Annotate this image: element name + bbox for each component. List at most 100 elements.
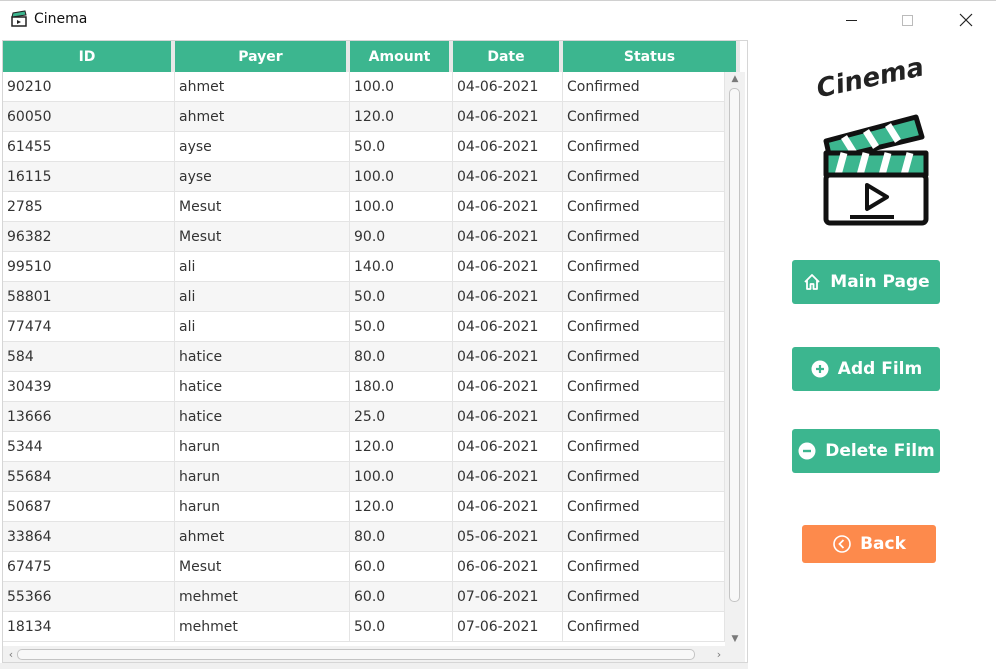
table-row[interactable]: 50687 harun 120.0 04-06-2021 Confirmed	[3, 492, 725, 522]
table-row[interactable]: 584 hatice 80.0 04-06-2021 Confirmed	[3, 342, 725, 372]
cell-id: 61455	[3, 132, 175, 162]
cell-payer: harun	[175, 492, 350, 522]
cell-amount: 120.0	[350, 492, 453, 522]
cell-status: Confirmed	[563, 222, 725, 252]
cell-status: Confirmed	[563, 582, 725, 612]
table-row[interactable]: 2785 Mesut 100.0 04-06-2021 Confirmed	[3, 192, 725, 222]
cell-id: 33864	[3, 522, 175, 552]
scroll-right-icon[interactable]: ›	[711, 646, 727, 662]
cell-date: 07-06-2021	[453, 582, 563, 612]
vertical-scroll-thumb[interactable]	[729, 88, 740, 602]
cell-date: 04-06-2021	[453, 402, 563, 432]
cell-payer: Mesut	[175, 222, 350, 252]
window-bottom-edge	[0, 663, 748, 669]
back-label: Back	[860, 534, 906, 554]
cell-date: 07-06-2021	[453, 612, 563, 642]
cell-status: Confirmed	[563, 132, 725, 162]
table-row[interactable]: 30439 hatice 180.0 04-06-2021 Confirmed	[3, 372, 725, 402]
cell-amount: 100.0	[350, 462, 453, 492]
cell-amount: 80.0	[350, 522, 453, 552]
cell-amount: 180.0	[350, 372, 453, 402]
cell-payer: ahmet	[175, 522, 350, 552]
cell-date: 06-06-2021	[453, 552, 563, 582]
scroll-down-icon[interactable]: ▼	[725, 632, 745, 646]
cell-id: 58801	[3, 282, 175, 312]
back-button[interactable]: Back	[802, 525, 936, 563]
table-row[interactable]: 61455 ayse 50.0 04-06-2021 Confirmed	[3, 132, 725, 162]
main-page-label: Main Page	[830, 272, 930, 292]
vertical-scrollbar[interactable]: ▲ ▼	[725, 72, 745, 646]
table-row[interactable]: 5344 harun 120.0 04-06-2021 Confirmed	[3, 432, 725, 462]
cell-date: 04-06-2021	[453, 162, 563, 192]
column-header-id[interactable]: ID	[3, 41, 175, 72]
cell-status: Confirmed	[563, 522, 725, 552]
cell-payer: hatice	[175, 402, 350, 432]
cell-date: 04-06-2021	[453, 492, 563, 522]
cell-status: Confirmed	[563, 72, 725, 102]
horizontal-scroll-thumb[interactable]	[17, 649, 695, 660]
table-row[interactable]: 55684 harun 100.0 04-06-2021 Confirmed	[3, 462, 725, 492]
cell-amount: 80.0	[350, 342, 453, 372]
cell-status: Confirmed	[563, 252, 725, 282]
table-row[interactable]: 18134 mehmet 50.0 07-06-2021 Confirmed	[3, 612, 725, 642]
scroll-up-icon[interactable]: ▲	[725, 72, 745, 86]
cell-id: 2785	[3, 192, 175, 222]
table-row[interactable]: 67475 Mesut 60.0 06-06-2021 Confirmed	[3, 552, 725, 582]
cell-status: Confirmed	[563, 282, 725, 312]
cell-payer: ayse	[175, 162, 350, 192]
table-row[interactable]: 16115 ayse 100.0 04-06-2021 Confirmed	[3, 162, 725, 192]
table-row[interactable]: 33864 ahmet 80.0 05-06-2021 Confirmed	[3, 522, 725, 552]
column-header-amount[interactable]: Amount	[350, 41, 453, 72]
horizontal-scrollbar[interactable]: ‹ ›	[3, 646, 745, 662]
cell-status: Confirmed	[563, 402, 725, 432]
maximize-button[interactable]	[884, 1, 930, 39]
close-button[interactable]	[943, 1, 989, 39]
plus-circle-icon	[810, 359, 830, 379]
cell-id: 60050	[3, 102, 175, 132]
column-header-status[interactable]: Status	[563, 41, 740, 72]
cell-amount: 140.0	[350, 252, 453, 282]
table-row[interactable]: 13666 hatice 25.0 04-06-2021 Confirmed	[3, 402, 725, 432]
table-row[interactable]: 90210 ahmet 100.0 04-06-2021 Confirmed	[3, 72, 725, 102]
cell-payer: harun	[175, 462, 350, 492]
table-row[interactable]: 55366 mehmet 60.0 07-06-2021 Confirmed	[3, 582, 725, 612]
cell-id: 13666	[3, 402, 175, 432]
delete-film-button[interactable]: Delete Film	[792, 429, 940, 473]
cell-payer: ahmet	[175, 102, 350, 132]
maximize-icon	[901, 14, 913, 26]
close-icon	[959, 13, 973, 27]
add-film-button[interactable]: Add Film	[792, 347, 940, 391]
cell-amount: 50.0	[350, 612, 453, 642]
main-page-button[interactable]: Main Page	[792, 260, 940, 304]
table-row[interactable]: 77474 ali 50.0 04-06-2021 Confirmed	[3, 312, 725, 342]
cell-date: 04-06-2021	[453, 192, 563, 222]
minus-circle-icon	[797, 441, 817, 461]
payments-table: ID Payer Amount Date Status 90210 ahmet 10…	[2, 40, 748, 663]
column-header-date[interactable]: Date	[453, 41, 563, 72]
cell-status: Confirmed	[563, 192, 725, 222]
title-bar: Cinema	[0, 1, 996, 39]
cell-date: 04-06-2021	[453, 312, 563, 342]
cell-date: 04-06-2021	[453, 72, 563, 102]
cell-date: 04-06-2021	[453, 102, 563, 132]
table-row[interactable]: 60050 ahmet 120.0 04-06-2021 Confirmed	[3, 102, 725, 132]
column-header-payer[interactable]: Payer	[175, 41, 350, 72]
cell-id: 18134	[3, 612, 175, 642]
table-row[interactable]: 99510 ali 140.0 04-06-2021 Confirmed	[3, 252, 725, 282]
cell-status: Confirmed	[563, 612, 725, 642]
cell-status: Confirmed	[563, 162, 725, 192]
cell-amount: 90.0	[350, 222, 453, 252]
table-row[interactable]: 58801 ali 50.0 04-06-2021 Confirmed	[3, 282, 725, 312]
cell-id: 5344	[3, 432, 175, 462]
cell-date: 04-06-2021	[453, 132, 563, 162]
minimize-button[interactable]	[828, 1, 874, 39]
cell-id: 99510	[3, 252, 175, 282]
cell-amount: 100.0	[350, 192, 453, 222]
cell-id: 77474	[3, 312, 175, 342]
add-film-label: Add Film	[837, 359, 923, 379]
cell-date: 04-06-2021	[453, 462, 563, 492]
cell-date: 04-06-2021	[453, 282, 563, 312]
cell-payer: ali	[175, 252, 350, 282]
table-row[interactable]: 96382 Mesut 90.0 04-06-2021 Confirmed	[3, 222, 725, 252]
cell-date: 04-06-2021	[453, 432, 563, 462]
